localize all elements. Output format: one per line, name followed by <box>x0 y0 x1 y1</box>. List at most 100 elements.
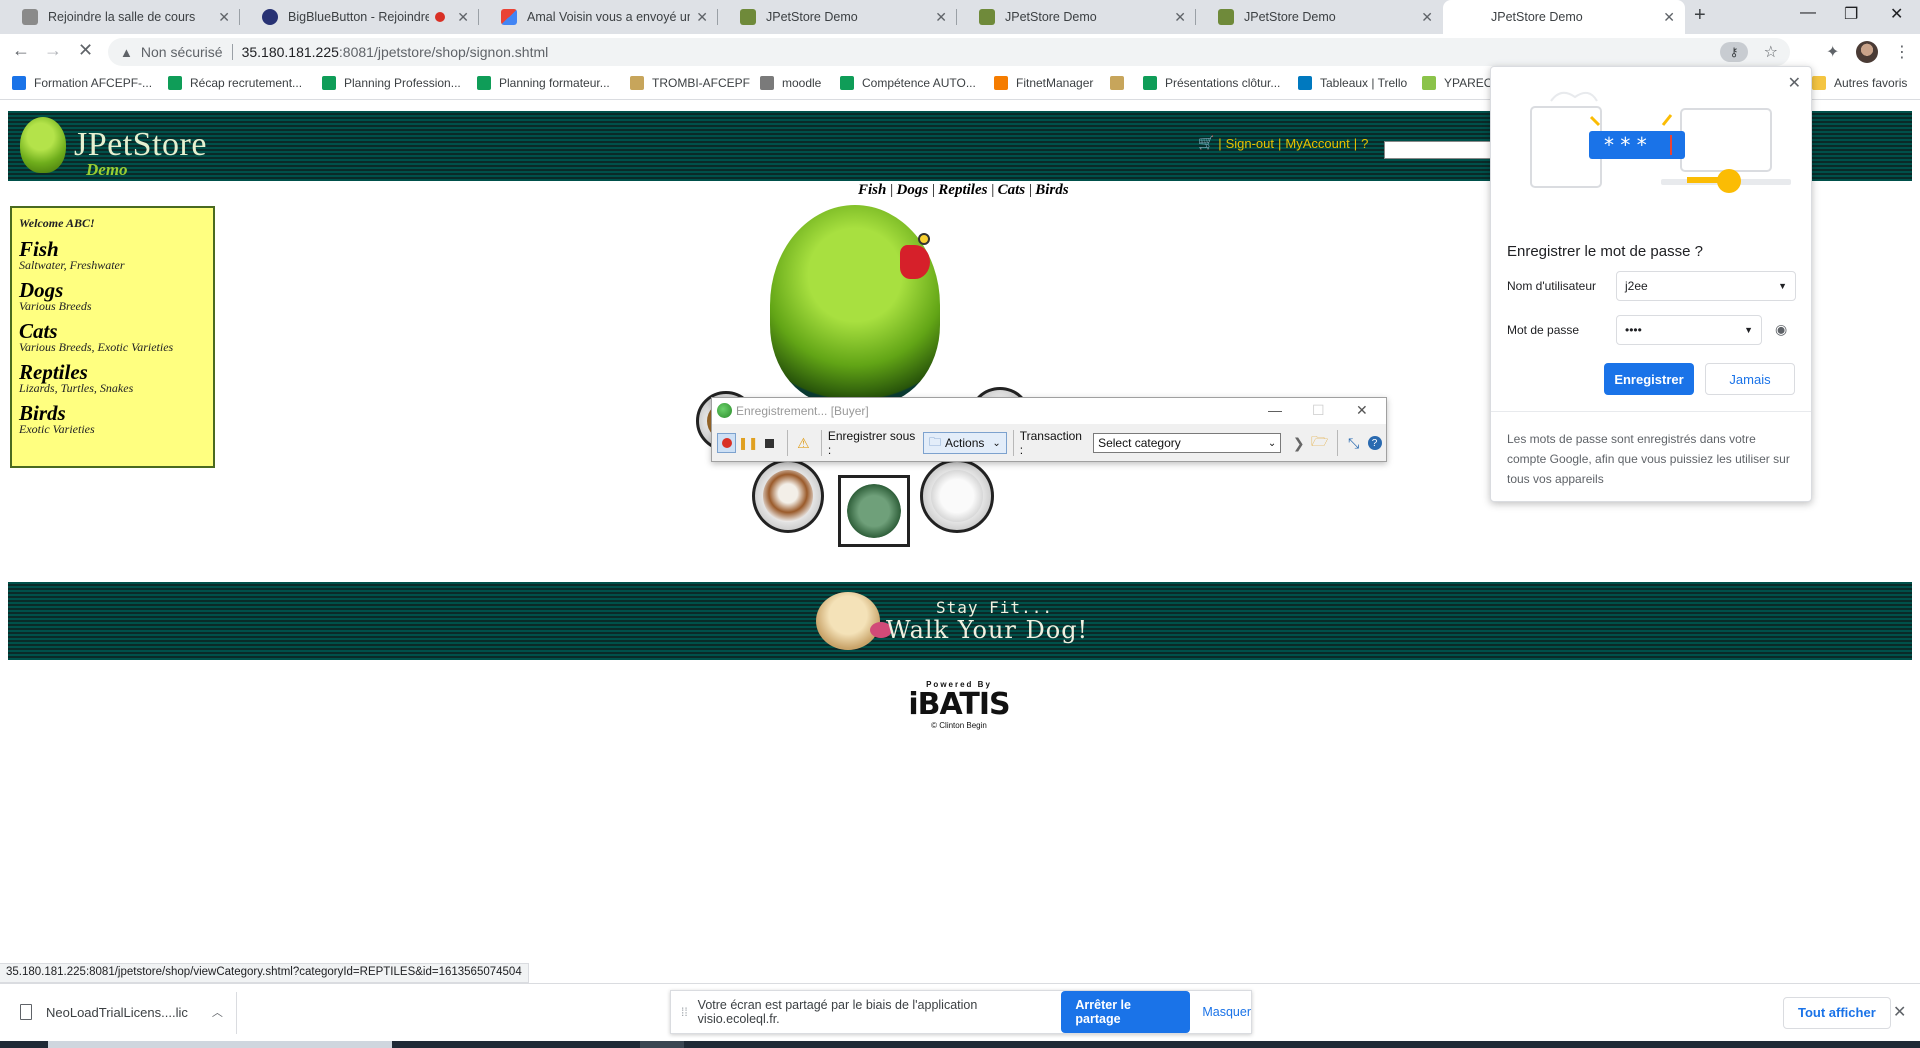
next-button[interactable]: ❯ <box>1289 433 1308 453</box>
save-password-button[interactable]: Enregistrer <box>1604 363 1694 395</box>
sheets-icon <box>840 76 854 90</box>
close-icon[interactable]: ✕ <box>1421 9 1433 26</box>
forward-button[interactable]: → <box>44 40 62 61</box>
quicklink-dogs[interactable]: Dogs <box>896 182 928 199</box>
close-icon[interactable]: ✕ <box>457 9 469 26</box>
bookmark-label: moodle <box>782 76 822 90</box>
tab-favicon <box>1465 9 1481 25</box>
bookmark-item[interactable]: Formation AFCEPF-... <box>12 76 152 90</box>
category-link[interactable]: Reptiles <box>19 362 206 383</box>
close-icon[interactable]: ✕ <box>1174 9 1186 26</box>
banner-line-2: Walk Your Dog! <box>886 616 1089 644</box>
tab[interactable]: JPetStore Demo ✕ <box>1196 0 1443 34</box>
avatar[interactable] <box>1856 41 1878 63</box>
key-icon[interactable]: ⚷ <box>1720 42 1748 62</box>
bookmark-label: Planning formateur... <box>499 76 610 90</box>
close-button[interactable]: ✕ <box>1356 402 1368 419</box>
never-button[interactable]: Jamais <box>1705 363 1795 395</box>
myaccount-link[interactable]: MyAccount <box>1285 136 1349 151</box>
tab-title: JPetStore Demo <box>766 10 858 24</box>
bookmark-item[interactable]: moodle <box>760 76 821 90</box>
drag-handle-icon[interactable]: ⁞⁞ <box>681 1005 688 1019</box>
download-item[interactable]: NeoLoadTrialLicens....lic ︿ <box>20 1004 223 1020</box>
collapse-button[interactable]: ⤡ <box>1344 433 1363 453</box>
kebab-menu-icon[interactable]: ⋮ <box>1894 42 1910 62</box>
dogs-image-link[interactable] <box>752 459 824 533</box>
tab[interactable]: Amal Voisin vous a envoyé un m ✕ <box>479 0 718 34</box>
tab[interactable]: Rejoindre la salle de cours ✕ <box>0 0 240 34</box>
record-button[interactable] <box>717 433 737 453</box>
warning-button[interactable]: ⚠ <box>794 433 813 453</box>
bookmark-item[interactable]: Récap recrutement... <box>168 76 302 90</box>
birds-image-link[interactable] <box>770 205 940 405</box>
quicklink-birds[interactable]: Birds <box>1035 182 1068 199</box>
close-icon[interactable]: ✕ <box>935 9 947 26</box>
bookmark-item[interactable]: Planning Profession... <box>322 76 461 90</box>
quicklink-reptiles[interactable]: Reptiles <box>938 182 987 199</box>
stop-loading-button[interactable]: ✕ <box>78 40 93 61</box>
other-bookmarks[interactable]: Autres favoris <box>1812 76 1907 90</box>
window-close-button[interactable]: ✕ <box>1890 4 1903 24</box>
signout-link[interactable]: Sign-out <box>1226 136 1274 151</box>
reptiles-image-link[interactable] <box>838 475 910 547</box>
sheets-icon <box>168 76 182 90</box>
category-link[interactable]: Birds <box>19 403 206 424</box>
maximize-button[interactable]: ☐ <box>1312 402 1325 419</box>
tab-active[interactable]: JPetStore Demo ✕ <box>1443 0 1685 34</box>
actions-dropdown[interactable]: 🗀 Actions ⌄ <box>923 432 1007 454</box>
quicklink-cats[interactable]: Cats <box>998 182 1026 199</box>
link-separator: | <box>1028 182 1033 198</box>
password-select[interactable]: •••• ▼ <box>1616 315 1762 345</box>
stop-button[interactable] <box>760 433 779 453</box>
eye-icon[interactable]: ◉ <box>1775 321 1787 338</box>
tab[interactable]: JPetStore Demo ✕ <box>718 0 957 34</box>
close-icon[interactable]: ✕ <box>218 9 230 26</box>
cart-icon[interactable]: 🛒 <box>1198 135 1214 151</box>
close-icon[interactable]: ✕ <box>1893 1002 1906 1022</box>
help-button[interactable]: ? <box>1365 433 1384 453</box>
close-icon[interactable]: ✕ <box>1663 9 1675 26</box>
maximize-button[interactable]: ❐ <box>1844 4 1858 24</box>
category-link[interactable]: Dogs <box>19 280 206 301</box>
transaction-category-select[interactable]: Select category ⌄ <box>1093 433 1282 453</box>
pause-button[interactable]: ❚❚ <box>738 433 758 453</box>
category-description: Various Breeds, Exotic Varieties <box>19 340 174 354</box>
bookmark-item[interactable]: Tableaux | Trello <box>1298 76 1407 90</box>
bookmark-item[interactable]: Planning formateur... <box>477 76 610 90</box>
bookmark-item[interactable]: YPAREO <box>1422 76 1493 90</box>
search-input[interactable] <box>1384 141 1502 159</box>
caret-down-icon: ▼ <box>1778 281 1787 291</box>
sheets-icon <box>322 76 336 90</box>
category-link[interactable]: Cats <box>19 321 206 342</box>
address-bar[interactable]: ▲ Non sécurisé 35.180.181.225 :8081/jpet… <box>108 38 1790 66</box>
hide-button[interactable]: Masquer <box>1202 1005 1251 1019</box>
tab-favicon <box>262 9 278 25</box>
recorder-titlebar[interactable]: Enregistrement... [Buyer] — ☐ ✕ <box>712 398 1386 424</box>
download-separator <box>236 992 237 1034</box>
puzzle-icon[interactable]: ✦ <box>1826 42 1839 62</box>
help-link[interactable]: ? <box>1361 136 1368 151</box>
show-all-button[interactable]: Tout afficher <box>1783 997 1891 1029</box>
quicklink-fish[interactable]: Fish <box>858 182 886 199</box>
tab[interactable]: JPetStore Demo ✕ <box>957 0 1196 34</box>
bookmark-item[interactable]: Compétence AUTO... <box>840 76 976 90</box>
link-separator: | <box>889 182 894 198</box>
back-button[interactable]: ← <box>12 40 30 61</box>
stop-sharing-button[interactable]: Arrêter le partage <box>1061 991 1191 1033</box>
new-tab-button[interactable]: + <box>1694 4 1706 27</box>
open-folder-button[interactable]: 🗁 <box>1310 433 1329 453</box>
minimize-button[interactable]: — <box>1800 4 1816 22</box>
bookmark-item[interactable] <box>1110 76 1132 90</box>
bookmark-item[interactable]: FitnetManager <box>994 76 1093 90</box>
cats-image-link[interactable] <box>920 459 994 533</box>
chevron-up-icon[interactable]: ︿ <box>212 1004 223 1020</box>
close-icon[interactable]: ✕ <box>696 9 708 26</box>
bookmark-item[interactable]: Présentations clôtur... <box>1143 76 1280 90</box>
star-icon[interactable]: ☆ <box>1764 42 1778 62</box>
bookmark-item[interactable]: TROMBI-AFCEPF <box>630 76 750 90</box>
username-select[interactable]: j2ee ▼ <box>1616 271 1796 301</box>
jpetstore-logo[interactable]: JPetStore Demo <box>20 117 207 179</box>
category-link[interactable]: Fish <box>19 239 206 260</box>
minimize-button[interactable]: — <box>1268 402 1282 418</box>
tab[interactable]: BigBlueButton - Rejoindre la ✕ <box>240 0 479 34</box>
